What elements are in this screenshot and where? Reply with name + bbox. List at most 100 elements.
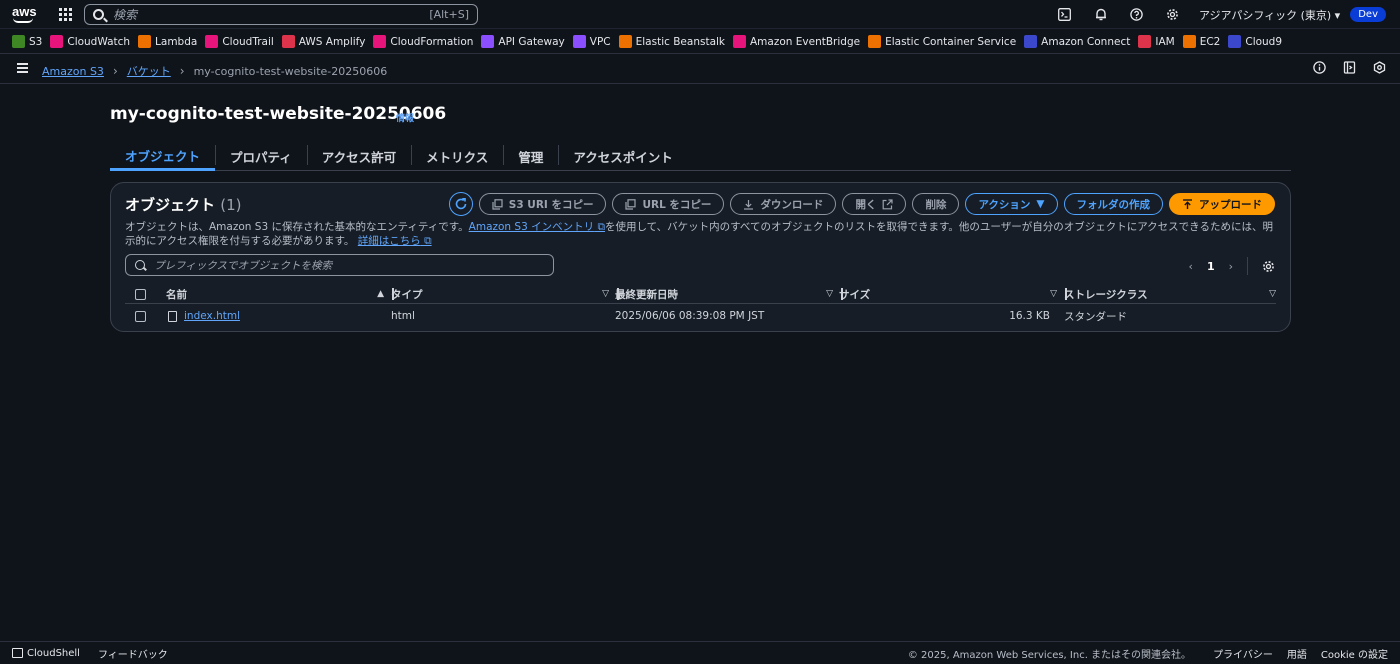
chevron-left-icon[interactable]: ‹ (1189, 260, 1193, 273)
sort-icon[interactable]: ▽ (826, 289, 833, 299)
sort-icon[interactable]: ▽ (602, 289, 609, 299)
search-icon (93, 9, 104, 20)
create-folder-button[interactable]: フォルダの作成 (1063, 193, 1163, 215)
actions-dropdown[interactable]: アクション ▼ (965, 193, 1058, 215)
info-link[interactable]: 情報 (396, 111, 414, 124)
favorite-label: CloudFormation (390, 35, 474, 48)
notes-panel-icon[interactable] (1343, 61, 1356, 74)
cloudshell-icon[interactable] (1047, 0, 1083, 29)
favorite-ec2[interactable]: ec2-iconEC2 (1182, 35, 1220, 48)
cloudwatch-icon: cloudwatch-icon (50, 35, 64, 48)
column-type[interactable]: タイプ ▽ (391, 284, 619, 304)
search-input[interactable]: 検索 [Alt+S] (84, 4, 478, 25)
table-row: index.html html 2025/06/06 08:39:08 PM J… (125, 306, 1276, 326)
copy-url-button[interactable]: URL をコピー (612, 193, 725, 215)
select-all-cell (125, 284, 155, 304)
favorite-vpc[interactable]: vpc-iconVPC (572, 35, 611, 48)
objects-description: オブジェクトは、Amazon S3 に保存された基本的なエンティティです。Ama… (125, 220, 1280, 248)
actions-label: アクション (978, 198, 1031, 211)
favorite-label: S3 (29, 35, 43, 48)
refresh-button[interactable] (448, 192, 473, 216)
breadcrumb-amazon-s3[interactable]: Amazon S3 (42, 65, 104, 78)
favorite-s3[interactable]: s3-icon S3 (12, 35, 42, 48)
table-settings-gear-icon[interactable] (1262, 260, 1275, 273)
vpc-icon: vpc-icon (572, 35, 586, 48)
open-button[interactable]: 開く (842, 193, 907, 215)
s3-inventory-link[interactable]: Amazon S3 インベントリ ⧉ (469, 221, 605, 233)
favorite-label: CloudTrail (222, 35, 274, 48)
hexagon-status-icon[interactable] (1373, 61, 1386, 74)
favorite-api-gateway[interactable]: api-gateway-iconAPI Gateway (481, 35, 565, 48)
favorite-amazon-connect[interactable]: connect-iconAmazon Connect (1024, 35, 1130, 48)
favorite-lambda[interactable]: lambda-iconLambda (138, 35, 197, 48)
tab-1[interactable]: プロパティ (215, 142, 307, 171)
cell-size: 16.3 KB (1009, 310, 1050, 322)
favorite-elastic-beanstalk[interactable]: beanstalk-iconElastic Beanstalk (618, 35, 725, 48)
column-name[interactable]: 名前 ▲ (166, 284, 394, 304)
cookie-settings-link[interactable]: Cookie の設定 (1321, 646, 1388, 661)
object-filter-input[interactable]: プレフィックスでオブジェクトを検索 (125, 254, 554, 276)
upload-button[interactable]: アップロード (1169, 193, 1275, 215)
chevron-right-icon[interactable]: › (1229, 260, 1233, 273)
api-gateway-icon: api-gateway-icon (481, 35, 495, 48)
tab-3[interactable]: メトリクス (411, 142, 503, 171)
favorite-cloudformation[interactable]: cloudformation-iconCloudFormation (373, 35, 473, 48)
divider (1247, 257, 1248, 275)
cloudshell-icon (12, 647, 23, 658)
copy-s3-uri-button[interactable]: S3 URI をコピー (478, 193, 607, 215)
services-menu-icon[interactable] (59, 8, 72, 21)
favorite-cloudwatch[interactable]: cloudwatch-iconCloudWatch (50, 35, 130, 48)
region-selector[interactable]: アジアパシフィック (東京) ▾ (1199, 7, 1340, 23)
help-icon[interactable] (1119, 0, 1155, 29)
cloudshell-link[interactable]: CloudShell (12, 647, 80, 659)
top-right-icons: アジアパシフィック (東京) ▾ Dev (1047, 0, 1400, 29)
favorite-elastic-container-service[interactable]: ecs-iconElastic Container Service (868, 35, 1016, 48)
region-label: アジアパシフィック (東京) (1198, 8, 1332, 22)
tab-5[interactable]: アクセスポイント (558, 142, 687, 171)
favorite-cloudtrail[interactable]: cloudtrail-iconCloudTrail (205, 35, 274, 48)
favorite-aws-amplify[interactable]: amplify-iconAWS Amplify (281, 35, 365, 48)
column-size-label: サイズ (839, 288, 871, 301)
footer: CloudShell フィードバック © 2025, Amazon Web Se… (0, 641, 1400, 664)
tab-0[interactable]: オブジェクト (110, 142, 216, 171)
aws-logo-text: aws (12, 4, 37, 19)
breadcrumb-buckets[interactable]: バケット (127, 63, 171, 79)
row-checkbox[interactable] (135, 310, 146, 322)
tab-4[interactable]: 管理 (503, 142, 558, 171)
copy-icon (625, 198, 637, 210)
download-button[interactable]: ダウンロード (730, 193, 837, 215)
sort-ascending-icon[interactable]: ▲ (377, 289, 384, 299)
favorite-amazon-eventbridge[interactable]: eventbridge-icon Amazon EventBridge (733, 35, 860, 48)
refresh-icon (455, 198, 467, 210)
column-last-modified[interactable]: 最終更新日時 ▽ (615, 284, 843, 304)
object-name-link[interactable]: index.html (184, 310, 240, 322)
notifications-bell-icon[interactable] (1083, 0, 1119, 29)
sort-icon[interactable]: ▽ (1269, 289, 1276, 299)
hamburger-menu-icon[interactable] (17, 63, 28, 73)
account-badge[interactable]: Dev (1350, 7, 1386, 22)
settings-gear-icon[interactable] (1155, 0, 1191, 29)
feedback-link[interactable]: フィードバック (98, 646, 168, 661)
favorite-label: CloudWatch (67, 35, 131, 48)
page-number[interactable]: 1 (1207, 260, 1215, 273)
delete-button[interactable]: 削除 (912, 193, 960, 215)
favorite-iam[interactable]: iam-iconIAM (1138, 35, 1175, 48)
favorite-label: API Gateway (498, 35, 565, 48)
info-icon[interactable] (1313, 61, 1326, 74)
select-all-checkbox[interactable] (135, 288, 146, 300)
column-name-label: 名前 (166, 288, 187, 301)
column-size[interactable]: サイズ ▽ (839, 284, 1067, 304)
cell-type: html (391, 310, 415, 322)
terms-link[interactable]: 用語 (1287, 646, 1307, 661)
ec2-icon: ec2-icon (1182, 35, 1196, 48)
delete-label: 削除 (925, 198, 947, 211)
sort-icon[interactable]: ▽ (1050, 289, 1057, 299)
tab-2[interactable]: アクセス許可 (306, 142, 411, 171)
favorite-cloud9[interactable]: cloud9-iconCloud9 (1228, 35, 1282, 48)
column-storage-class[interactable]: ストレージクラス ▽ (1064, 284, 1276, 304)
download-icon (744, 199, 754, 210)
external-link-icon: ⧉ (420, 235, 432, 247)
aws-logo[interactable]: aws (12, 4, 37, 23)
privacy-link[interactable]: プライバシー (1213, 646, 1273, 661)
learn-more-link[interactable]: 詳細はこちら ⧉ (358, 235, 432, 247)
